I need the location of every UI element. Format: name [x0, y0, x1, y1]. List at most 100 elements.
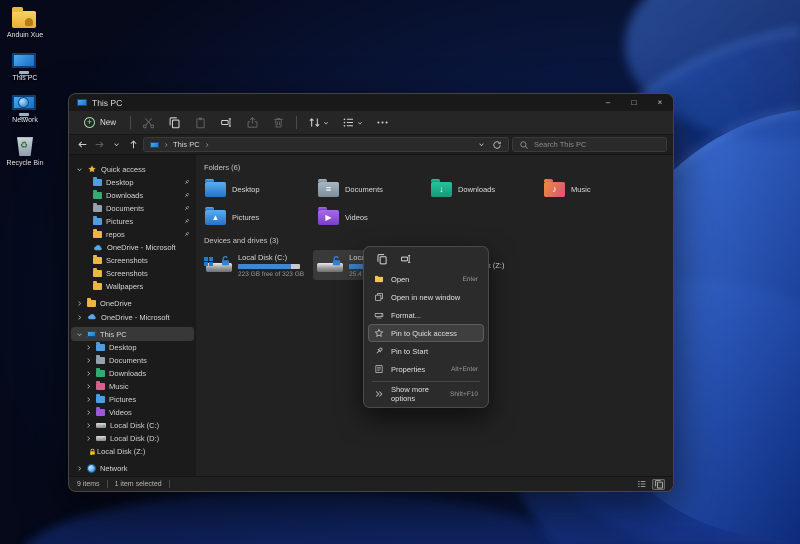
- thumbnail-view-button[interactable]: [652, 478, 665, 490]
- disk-usage-bar: [238, 263, 300, 269]
- sidebar-item-onedrive-microsoft[interactable]: OneDrive - Microsoft: [71, 310, 194, 324]
- breadcrumb-this-pc[interactable]: This PC: [173, 140, 200, 149]
- paste-button[interactable]: [192, 114, 209, 131]
- cut-button[interactable]: [140, 114, 157, 131]
- chevron-right-icon: [85, 435, 92, 442]
- pin-icon: [374, 346, 384, 356]
- rename-icon[interactable]: [400, 253, 412, 265]
- sort-button[interactable]: [306, 114, 331, 131]
- maximize-button[interactable]: □: [621, 94, 647, 111]
- refresh-icon[interactable]: [492, 140, 502, 150]
- folder-icon: [93, 177, 102, 186]
- copy-icon[interactable]: [376, 253, 388, 265]
- menu-item-show-more-options[interactable]: Show more options Shift+F10: [368, 385, 484, 403]
- sidebar-item-music[interactable]: Music: [71, 380, 194, 393]
- sidebar-item-local-disk-z[interactable]: Local Disk (Z:): [71, 445, 194, 458]
- chevron-down-icon: [113, 141, 120, 148]
- status-divider: [168, 480, 170, 488]
- folder-tile-downloads[interactable]: ↓ Downloads: [428, 177, 541, 202]
- sidebar-item-pictures[interactable]: Pictures: [71, 215, 194, 228]
- paste-icon: [194, 116, 207, 129]
- chevron-right-icon: [85, 370, 92, 377]
- title-bar[interactable]: This PC – □ ×: [69, 94, 673, 111]
- copy-button[interactable]: [166, 114, 183, 131]
- plus-icon: +: [84, 117, 95, 128]
- recent-locations-button[interactable]: [109, 138, 123, 152]
- chevron-right-icon: [85, 422, 92, 429]
- folder-tile-pictures[interactable]: ▲ Pictures: [202, 205, 315, 230]
- search-input[interactable]: Search This PC: [512, 137, 667, 152]
- details-view-button[interactable]: [635, 479, 648, 490]
- folder-tile-desktop[interactable]: Desktop: [202, 177, 315, 202]
- view-icon: [342, 116, 355, 129]
- drives-section-header[interactable]: Devices and drives (3): [204, 236, 673, 245]
- folder-icon: [93, 281, 102, 290]
- sidebar-item-desktop[interactable]: Desktop: [71, 176, 194, 189]
- sidebar-item-screenshots[interactable]: Screenshots: [71, 254, 194, 267]
- sidebar-item-videos[interactable]: Videos: [71, 406, 194, 419]
- rename-button[interactable]: [218, 114, 235, 131]
- folder-icon: [96, 381, 105, 390]
- folder-tile-music[interactable]: ♪ Music: [541, 177, 654, 202]
- sidebar-item-local-disk-c[interactable]: Local Disk (C:): [71, 419, 194, 432]
- desktop-icon-label: Network: [12, 117, 38, 125]
- desktop-icon-network[interactable]: Network: [2, 91, 48, 125]
- menu-item-properties[interactable]: Properties Alt+Enter: [368, 360, 484, 378]
- star-icon: [87, 164, 97, 174]
- folders-section-header[interactable]: Folders (6): [204, 163, 673, 172]
- sidebar-item-pictures[interactable]: Pictures: [71, 393, 194, 406]
- share-icon: [246, 116, 259, 129]
- folder-tile-videos[interactable]: ▶ Videos: [315, 205, 428, 230]
- rename-icon: [220, 116, 233, 129]
- forward-button[interactable]: [92, 138, 106, 152]
- menu-item-open-in-new-window[interactable]: Open in new window: [368, 288, 484, 306]
- pin-icon: [183, 205, 190, 212]
- sidebar-item-documents[interactable]: Documents: [71, 202, 194, 215]
- share-button[interactable]: [244, 114, 261, 131]
- sidebar-item-network[interactable]: Network: [71, 461, 194, 475]
- sidebar-item-downloads[interactable]: Downloads: [71, 367, 194, 380]
- sidebar-item-downloads[interactable]: Downloads: [71, 189, 194, 202]
- minimize-button[interactable]: –: [595, 94, 621, 111]
- address-dropdown-icon[interactable]: [478, 141, 485, 148]
- sidebar-item-desktop[interactable]: Desktop: [71, 341, 194, 354]
- menu-item-pin-to-quick-access[interactable]: Pin to Quick access: [368, 324, 484, 342]
- sidebar-item-quick-access[interactable]: Quick access: [71, 162, 194, 176]
- desktop-icon-recycle-bin[interactable]: Recycle Bin: [2, 134, 48, 168]
- arrow-left-icon: [77, 139, 88, 150]
- back-button[interactable]: [75, 138, 89, 152]
- arrow-up-icon: [128, 139, 139, 150]
- new-button[interactable]: + New: [79, 115, 121, 130]
- folders-grid: Desktop ≡ Documents ↓ Downloads ♪ Music ▲ Pi…: [202, 177, 673, 230]
- toolbar-separator: [130, 116, 132, 129]
- menu-separator: [372, 381, 480, 382]
- sidebar-item-this-pc[interactable]: This PC: [71, 327, 194, 341]
- delete-button[interactable]: [270, 114, 287, 131]
- new-button-label: New: [100, 118, 117, 127]
- desktop-icon-this-pc[interactable]: This PC: [2, 49, 48, 83]
- close-button[interactable]: ×: [647, 94, 673, 111]
- folder-icon-videos: ▶: [318, 207, 339, 225]
- folder-tile-documents[interactable]: ≡ Documents: [315, 177, 428, 202]
- menu-item-pin-to-start[interactable]: Pin to Start: [368, 342, 484, 360]
- menu-item-format[interactable]: Format...: [368, 306, 484, 324]
- chevron-down-icon: [76, 331, 83, 338]
- sidebar-item-onedrive[interactable]: OneDrive: [71, 296, 194, 310]
- sidebar-item-onedrive-microsoft[interactable]: OneDrive - Microsoft: [71, 241, 194, 254]
- sidebar-item-wallpapers[interactable]: Wallpapers: [71, 280, 194, 293]
- sidebar-item-local-disk-d[interactable]: Local Disk (D:): [71, 432, 194, 445]
- search-placeholder: Search This PC: [534, 140, 587, 149]
- drive-tile-local-disk-c[interactable]: Local Disk (C:) 223 GB free of 323 GB: [202, 250, 308, 280]
- menu-item-open[interactable]: Open Enter: [368, 270, 484, 288]
- sidebar-item-repos[interactable]: repos: [71, 228, 194, 241]
- view-button[interactable]: [340, 114, 365, 131]
- network-icon: [12, 91, 38, 117]
- desktop-icon-user-folder[interactable]: Anduin Xue: [2, 6, 48, 40]
- up-button[interactable]: [126, 138, 140, 152]
- sidebar-item-screenshots[interactable]: Screenshots: [71, 267, 194, 280]
- chevron-right-icon: [76, 314, 83, 321]
- see-more-button[interactable]: [374, 114, 391, 131]
- sidebar-item-documents[interactable]: Documents: [71, 354, 194, 367]
- unlocked-bitlocker-icon: [331, 255, 342, 266]
- breadcrumb[interactable]: This PC: [143, 137, 509, 152]
